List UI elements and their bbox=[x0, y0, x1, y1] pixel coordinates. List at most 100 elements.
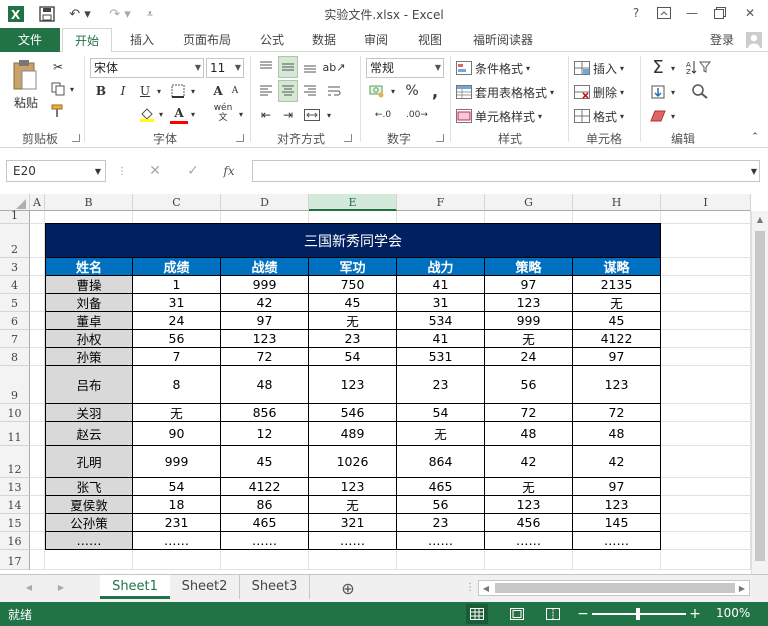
tab-insert[interactable]: 插入 bbox=[118, 28, 166, 52]
table-cell[interactable]: 456 bbox=[485, 514, 573, 532]
row-header-15[interactable]: 15 bbox=[0, 514, 30, 532]
table-cell[interactable]: 无 bbox=[397, 422, 485, 446]
italic-button[interactable]: I bbox=[114, 82, 132, 100]
table-cell[interactable]: 56 bbox=[397, 496, 485, 514]
table-cell[interactable]: 465 bbox=[397, 478, 485, 496]
table-cell[interactable]: 90 bbox=[133, 422, 221, 446]
name-cell[interactable]: 董卓 bbox=[45, 312, 133, 330]
font-launcher-icon[interactable] bbox=[236, 134, 244, 142]
table-cell[interactable]: 无 bbox=[573, 294, 661, 312]
table-cell[interactable]: …… bbox=[573, 532, 661, 550]
table-cell[interactable]: 23 bbox=[309, 330, 397, 348]
table-cell[interactable]: 8 bbox=[133, 366, 221, 404]
currency-dropdown-icon[interactable]: ▾ bbox=[388, 82, 398, 100]
table-cell[interactable]: 72 bbox=[485, 404, 573, 422]
column-header-b[interactable]: B bbox=[45, 194, 133, 211]
sheet-tab-sheet1[interactable]: Sheet1 bbox=[100, 575, 170, 599]
bold-button[interactable]: B bbox=[92, 82, 110, 100]
row-header-6[interactable]: 6 bbox=[0, 312, 30, 330]
merge-dropdown-icon[interactable]: ▾ bbox=[324, 106, 334, 124]
name-cell[interactable]: 曹操 bbox=[45, 276, 133, 294]
page-layout-view-icon[interactable] bbox=[506, 604, 528, 624]
tab-data[interactable]: 数据 bbox=[302, 28, 346, 52]
align-left-icon[interactable] bbox=[256, 82, 276, 100]
insert-function-button[interactable]: fx bbox=[216, 160, 242, 182]
table-cell[interactable]: 42 bbox=[573, 446, 661, 478]
tab-page-layout[interactable]: 页面布局 bbox=[172, 28, 242, 52]
column-header-a[interactable]: A bbox=[30, 194, 45, 211]
underline-button[interactable]: U bbox=[136, 82, 154, 100]
table-cell[interactable]: 45 bbox=[573, 312, 661, 330]
table-cell[interactable]: 无 bbox=[309, 496, 397, 514]
column-header-d[interactable]: D bbox=[221, 194, 309, 211]
page-break-view-icon[interactable] bbox=[542, 604, 564, 624]
table-cell[interactable]: 42 bbox=[485, 446, 573, 478]
paste-button[interactable]: 粘贴 bbox=[6, 94, 46, 110]
underline-dropdown-icon[interactable]: ▾ bbox=[154, 82, 164, 100]
decrease-indent-icon[interactable]: ⇤ bbox=[256, 106, 276, 124]
row-header-2[interactable]: 2 bbox=[0, 224, 30, 258]
table-cell[interactable]: 12 bbox=[221, 422, 309, 446]
table-cell[interactable]: 123 bbox=[221, 330, 309, 348]
zoom-in-button[interactable]: + bbox=[688, 604, 702, 624]
fill-dropdown-icon[interactable]: ▾ bbox=[668, 82, 678, 102]
table-cell[interactable]: 999 bbox=[133, 446, 221, 478]
table-cell[interactable]: 45 bbox=[221, 446, 309, 478]
wrap-text-icon[interactable] bbox=[324, 82, 344, 100]
table-header-cell[interactable]: 谋略 bbox=[573, 258, 661, 276]
table-cell[interactable]: 7 bbox=[133, 348, 221, 366]
table-cell[interactable]: 48 bbox=[221, 366, 309, 404]
autosum-button[interactable]: Σ bbox=[648, 56, 668, 78]
table-header-cell[interactable]: 战力 bbox=[397, 258, 485, 276]
table-cell[interactable]: 97 bbox=[485, 276, 573, 294]
table-cell[interactable]: 1026 bbox=[309, 446, 397, 478]
clipboard-launcher-icon[interactable] bbox=[72, 134, 80, 142]
table-cell[interactable]: 123 bbox=[573, 496, 661, 514]
table-cell[interactable]: 48 bbox=[485, 422, 573, 446]
table-cell[interactable]: 24 bbox=[133, 312, 221, 330]
row-header-13[interactable]: 13 bbox=[0, 478, 30, 496]
name-cell[interactable]: 赵云 bbox=[45, 422, 133, 446]
table-cell[interactable]: 无 bbox=[485, 478, 573, 496]
help-button[interactable]: ? bbox=[624, 3, 648, 23]
name-cell[interactable]: 夏侯敦 bbox=[45, 496, 133, 514]
table-cell[interactable]: 750 bbox=[309, 276, 397, 294]
table-cell[interactable]: 4122 bbox=[573, 330, 661, 348]
merge-center-icon[interactable] bbox=[300, 106, 324, 124]
tab-view[interactable]: 视图 bbox=[408, 28, 452, 52]
name-cell[interactable]: 孙策 bbox=[45, 348, 133, 366]
table-cell[interactable]: 48 bbox=[573, 422, 661, 446]
row-header-9[interactable]: 9 bbox=[0, 366, 30, 404]
tab-home[interactable]: 开始 bbox=[62, 28, 112, 53]
table-header-cell[interactable]: 姓名 bbox=[45, 258, 133, 276]
table-cell[interactable]: 321 bbox=[309, 514, 397, 532]
table-cell[interactable]: …… bbox=[309, 532, 397, 550]
sort-filter-icon[interactable]: AZ bbox=[682, 56, 718, 78]
row-header-3[interactable]: 3 bbox=[0, 258, 30, 276]
column-header-c[interactable]: C bbox=[133, 194, 221, 211]
align-center-icon[interactable] bbox=[278, 80, 298, 102]
table-cell[interactable]: 23 bbox=[397, 366, 485, 404]
row-header-16[interactable]: 16 bbox=[0, 532, 30, 550]
name-cell[interactable]: 刘备 bbox=[45, 294, 133, 312]
sheet-tab-sheet2[interactable]: Sheet2 bbox=[170, 575, 240, 599]
name-cell[interactable]: 公孙策 bbox=[45, 514, 133, 532]
row-header-8[interactable]: 8 bbox=[0, 348, 30, 366]
collapse-ribbon-icon[interactable]: ⌃ bbox=[748, 130, 762, 144]
table-cell[interactable]: 54 bbox=[397, 404, 485, 422]
table-cell[interactable]: 999 bbox=[485, 312, 573, 330]
table-cell[interactable]: 97 bbox=[573, 478, 661, 496]
copy-icon[interactable] bbox=[48, 80, 68, 98]
table-header-cell[interactable]: 战绩 bbox=[221, 258, 309, 276]
table-cell[interactable]: …… bbox=[485, 532, 573, 550]
zoom-level[interactable]: 100% bbox=[716, 606, 750, 620]
borders-dropdown-icon[interactable]: ▾ bbox=[188, 82, 198, 100]
conditional-formatting-button[interactable]: 条件格式 ▾ bbox=[456, 58, 564, 78]
increase-indent-icon[interactable]: ⇥ bbox=[278, 106, 298, 124]
font-name-select[interactable]: 宋体 ▼ bbox=[90, 58, 204, 78]
tab-formulas[interactable]: 公式 bbox=[250, 28, 294, 52]
column-header-e[interactable]: E bbox=[309, 194, 397, 211]
table-cell[interactable]: 546 bbox=[309, 404, 397, 422]
close-icon[interactable]: ✕ bbox=[738, 3, 762, 23]
column-header-h[interactable]: H bbox=[573, 194, 661, 211]
